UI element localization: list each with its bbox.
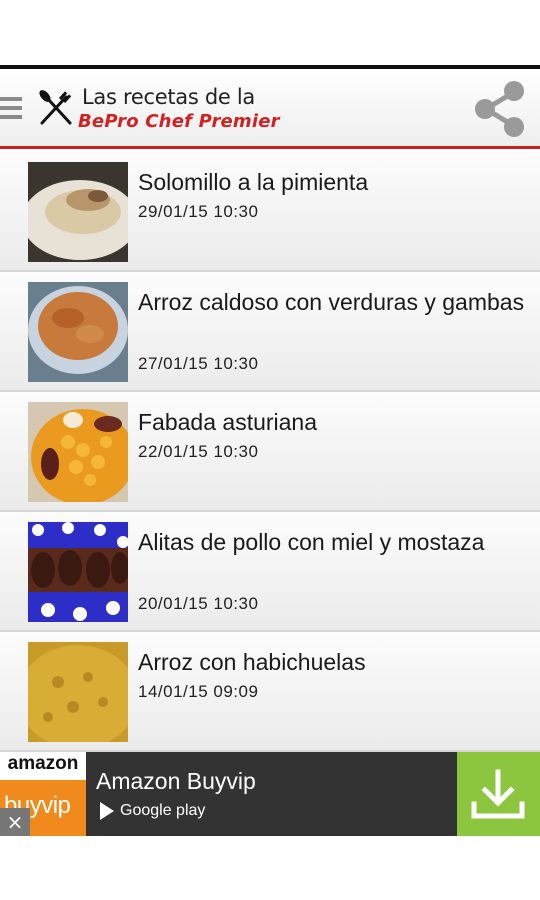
google-play-icon bbox=[100, 802, 114, 820]
recipe-date: 29/01/15 10:30 bbox=[138, 202, 259, 221]
hamburger-menu-icon[interactable] bbox=[0, 97, 22, 125]
recipe-date: 22/01/15 10:30 bbox=[138, 442, 259, 461]
recipe-thumbnail bbox=[28, 402, 128, 502]
recipe-title: Solomillo a la pimienta bbox=[138, 169, 369, 195]
share-icon[interactable] bbox=[472, 79, 528, 139]
recipe-date: 27/01/15 10:30 bbox=[138, 354, 259, 373]
list-item[interactable]: Arroz con habichuelas 14/01/15 09:09 bbox=[0, 632, 540, 752]
download-icon bbox=[471, 769, 525, 819]
recipe-thumbnail bbox=[28, 522, 128, 622]
crossed-utensils-icon bbox=[39, 90, 72, 125]
ad-banner[interactable]: amazon buyvip × Amazon Buyvip Google pla… bbox=[0, 752, 540, 836]
ad-close-button[interactable]: × bbox=[0, 808, 30, 836]
ad-logo-top: amazon bbox=[0, 752, 86, 780]
brand-subtitle: BePro Chef Premier bbox=[78, 111, 280, 132]
recipe-thumbnail bbox=[28, 642, 128, 742]
ad-subtitle: Google play bbox=[100, 802, 205, 820]
recipe-thumbnail bbox=[28, 282, 128, 382]
brand-title: Las recetas de la bbox=[82, 85, 255, 109]
app-bar: Las recetas de la BePro Chef Premier bbox=[0, 69, 540, 149]
recipe-thumbnail bbox=[28, 162, 128, 262]
recipe-title: Arroz con habichuelas bbox=[138, 649, 366, 675]
list-item[interactable]: Alitas de pollo con miel y mostaza 20/01… bbox=[0, 512, 540, 632]
recipe-list: Solomillo a la pimienta 29/01/15 10:30 A… bbox=[0, 152, 540, 752]
recipe-date: 14/01/15 09:09 bbox=[138, 682, 259, 701]
ad-download-button[interactable] bbox=[457, 752, 540, 836]
list-item[interactable]: Solomillo a la pimienta 29/01/15 10:30 bbox=[0, 152, 540, 272]
list-item[interactable]: Arroz caldoso con verduras y gambas 27/0… bbox=[0, 272, 540, 392]
ad-subtitle-text: Google play bbox=[120, 802, 206, 820]
recipe-title: Arroz caldoso con verduras y gambas bbox=[138, 289, 525, 315]
recipe-title: Alitas de pollo con miel y mostaza bbox=[138, 529, 485, 555]
ad-title: Amazon Buyvip bbox=[96, 768, 256, 794]
screen: Las recetas de la BePro Chef Premier Sol… bbox=[0, 0, 540, 900]
recipe-date: 20/01/15 10:30 bbox=[138, 594, 259, 613]
list-item[interactable]: Fabada asturiana 22/01/15 10:30 bbox=[0, 392, 540, 512]
recipe-title: Fabada asturiana bbox=[138, 409, 318, 435]
